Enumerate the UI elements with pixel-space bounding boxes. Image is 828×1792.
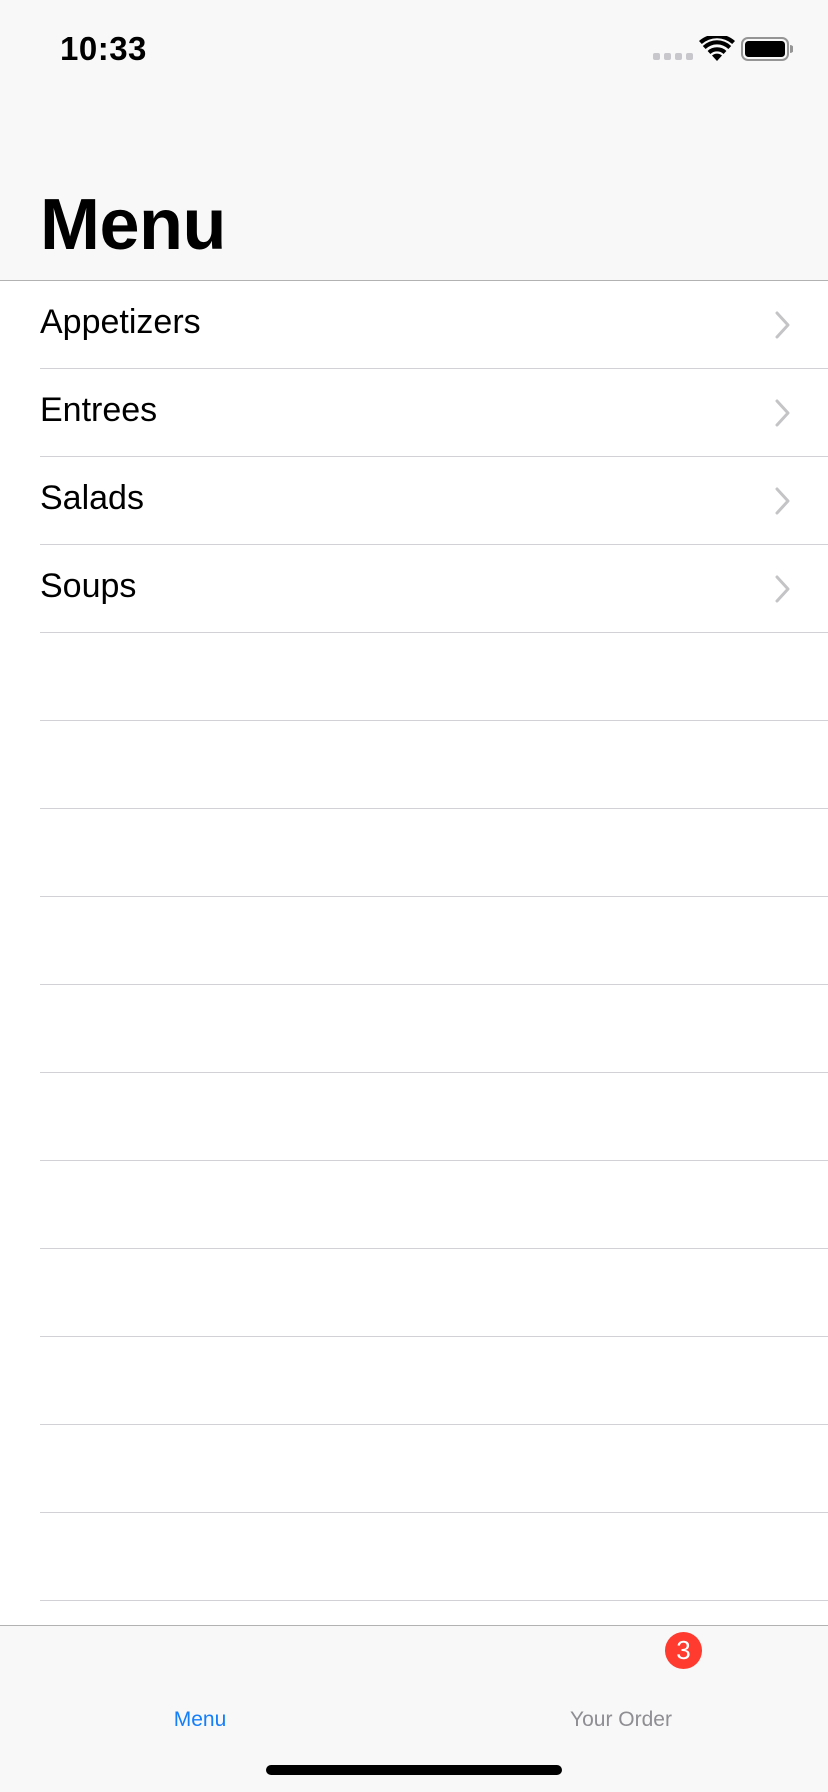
menu-category-label: Salads [40, 479, 144, 517]
cellular-signal-icon [653, 53, 693, 60]
navigation-header: Menu [0, 100, 828, 281]
wifi-icon [699, 36, 735, 61]
status-time: 10:33 [60, 30, 147, 67]
tab-your-order-label: Your Order [570, 1708, 672, 1731]
chevron-right-icon [775, 399, 790, 427]
battery-icon [741, 37, 793, 61]
empty-table-row [40, 633, 828, 721]
menu-category-list: Appetizers Entrees Salads Soups [0, 281, 828, 1625]
chevron-right-icon [775, 311, 790, 339]
menu-category-appetizers[interactable]: Appetizers [40, 281, 828, 369]
tab-your-order[interactable]: Your Order [414, 1626, 828, 1731]
page-title: Menu [40, 185, 226, 265]
chevron-right-icon [775, 575, 790, 603]
menu-category-label: Appetizers [40, 303, 201, 341]
home-indicator[interactable] [266, 1765, 562, 1775]
empty-table-row [40, 1161, 828, 1249]
menu-category-label: Soups [40, 567, 137, 605]
menu-category-soups[interactable]: Soups [40, 545, 828, 633]
empty-table-row [40, 985, 828, 1073]
empty-table-row [40, 1513, 828, 1601]
menu-category-label: Entrees [40, 391, 158, 429]
empty-table-row [40, 1337, 828, 1425]
menu-category-salads[interactable]: Salads [40, 457, 828, 545]
empty-table-row [40, 897, 828, 985]
empty-table-row [40, 721, 828, 809]
empty-table-row [40, 1425, 828, 1513]
empty-table-row [40, 1601, 828, 1625]
empty-table-row [40, 809, 828, 897]
order-count-badge: 3 [665, 1632, 702, 1669]
menu-category-entrees[interactable]: Entrees [40, 369, 828, 457]
chevron-right-icon [775, 487, 790, 515]
status-bar: 10:33 [0, 0, 828, 100]
empty-table-row [40, 1249, 828, 1337]
empty-table-row [40, 1073, 828, 1161]
